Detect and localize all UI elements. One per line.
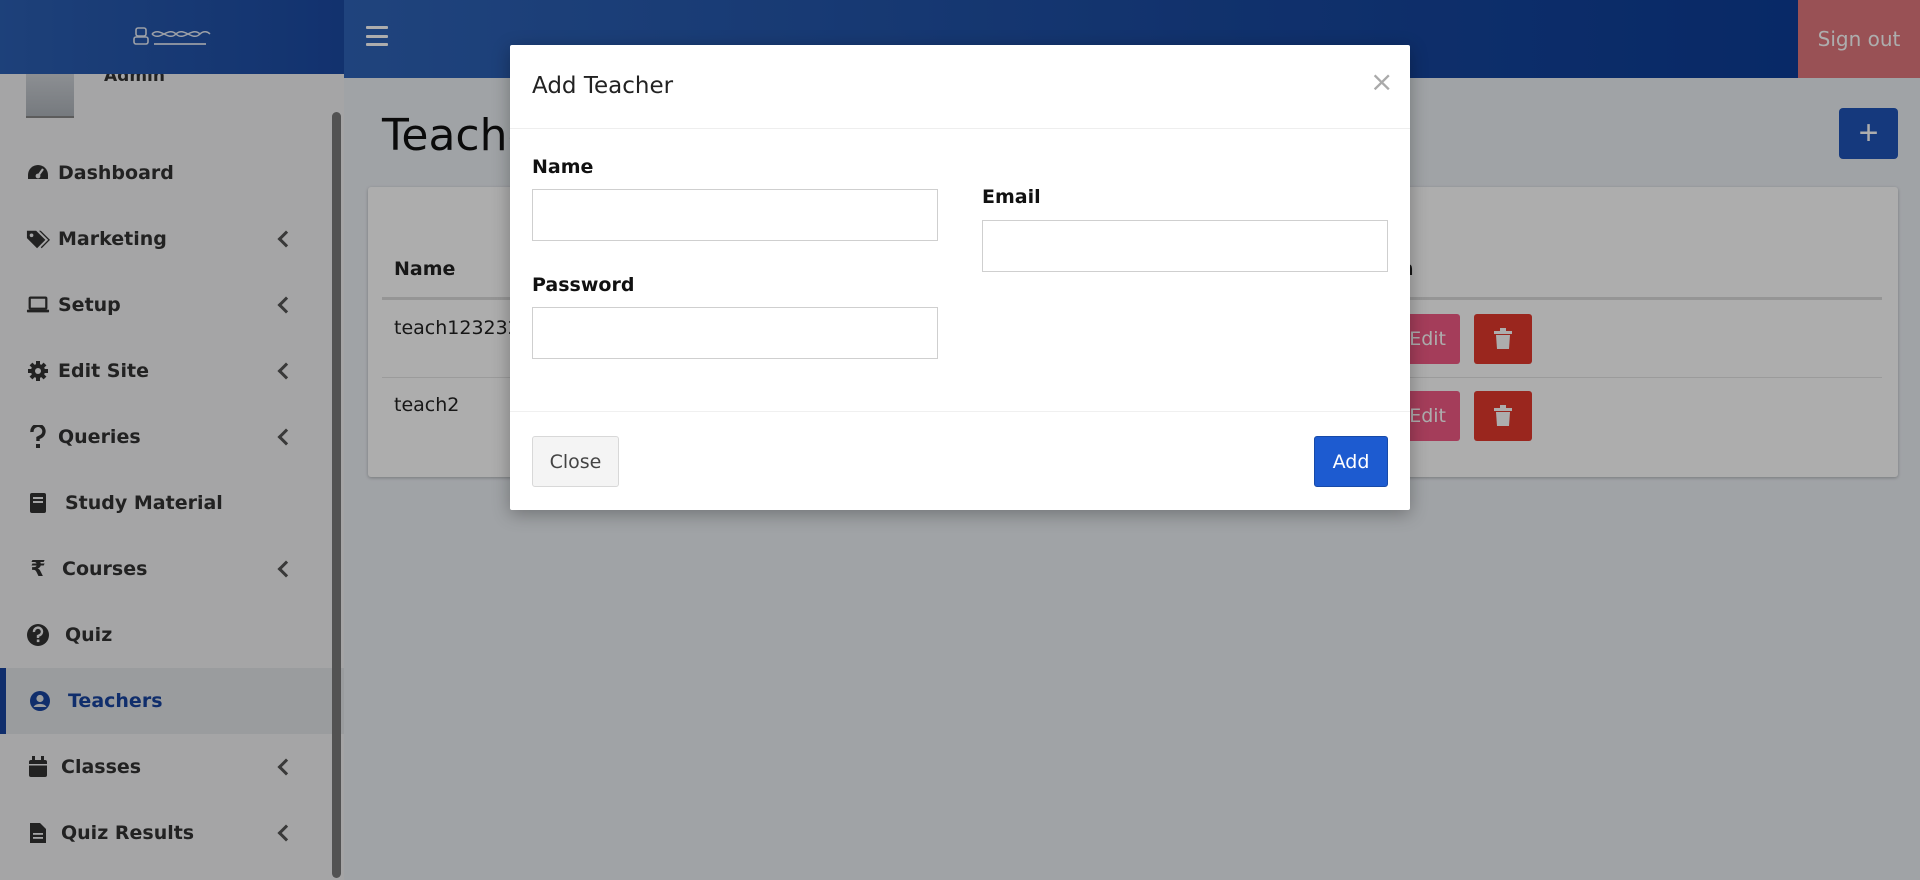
name-label: Name xyxy=(532,156,594,178)
password-label: Password xyxy=(532,274,635,296)
email-label: Email xyxy=(982,186,1041,208)
close-button[interactable]: Close xyxy=(532,436,619,487)
close-icon[interactable]: × xyxy=(1370,65,1393,98)
add-teacher-modal: Add Teacher × Name Email Password Close … xyxy=(510,45,1410,510)
modal-footer xyxy=(510,411,1410,510)
password-field[interactable] xyxy=(532,307,938,359)
modal-header: Add Teacher × xyxy=(510,45,1410,129)
name-field[interactable] xyxy=(532,189,938,241)
modal-title: Add Teacher xyxy=(532,73,674,99)
add-button[interactable]: Add xyxy=(1314,436,1388,487)
email-field[interactable] xyxy=(982,220,1388,272)
